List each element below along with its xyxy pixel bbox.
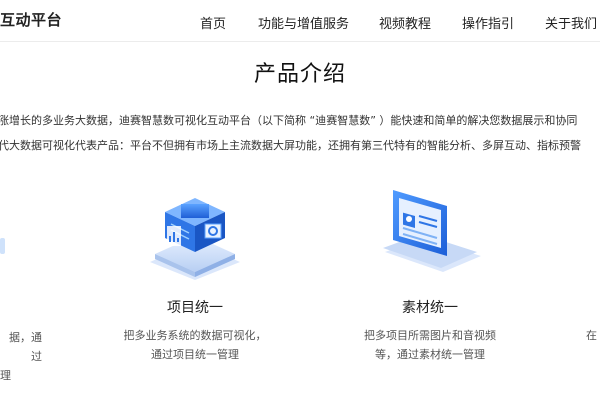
intro-text-line: 代大数据可视化代表产品：平台不但拥有市场上主流数据大屏功能，还拥有第三代特有的智… <box>0 139 581 152</box>
intro-text-line: 涨增长的多业务大数据，迪赛智慧数可视化互动平台（以下简称 “迪赛智慧数” ）能快… <box>0 114 578 127</box>
nav-home[interactable]: 首页 <box>200 13 226 32</box>
feature-description-materials: 把多项目所需图片和音视频 等，通过素材统一管理 <box>364 329 496 361</box>
feature-title-project: 项目统一 <box>167 300 223 316</box>
top-navigation-bar: 互动平台 首页 功能与增值服务 视频教程 操作指引 关于我们 <box>0 0 600 42</box>
site-brand[interactable]: 互动平台 <box>0 9 62 30</box>
feature-title-materials: 素材统一 <box>402 300 458 316</box>
nav-about-us[interactable]: 关于我们 <box>545 13 597 32</box>
feature-description-partial: 在 <box>586 329 597 342</box>
partial-feature-icon <box>0 238 5 254</box>
chip-server-icon <box>150 198 240 280</box>
nav-operation-guide[interactable]: 操作指引 <box>462 13 514 32</box>
feature-description-project: 把多业务系统的数据可视化， 通过项目统一管理 <box>123 329 267 361</box>
nav-video-tutorials[interactable]: 视频教程 <box>379 13 431 32</box>
feature-description: 据，通过 理 <box>0 331 42 382</box>
laptop-media-icon <box>383 190 481 272</box>
nav-features-services[interactable]: 功能与增值服务 <box>258 13 349 32</box>
page-title: 产品介绍 <box>253 62 346 87</box>
